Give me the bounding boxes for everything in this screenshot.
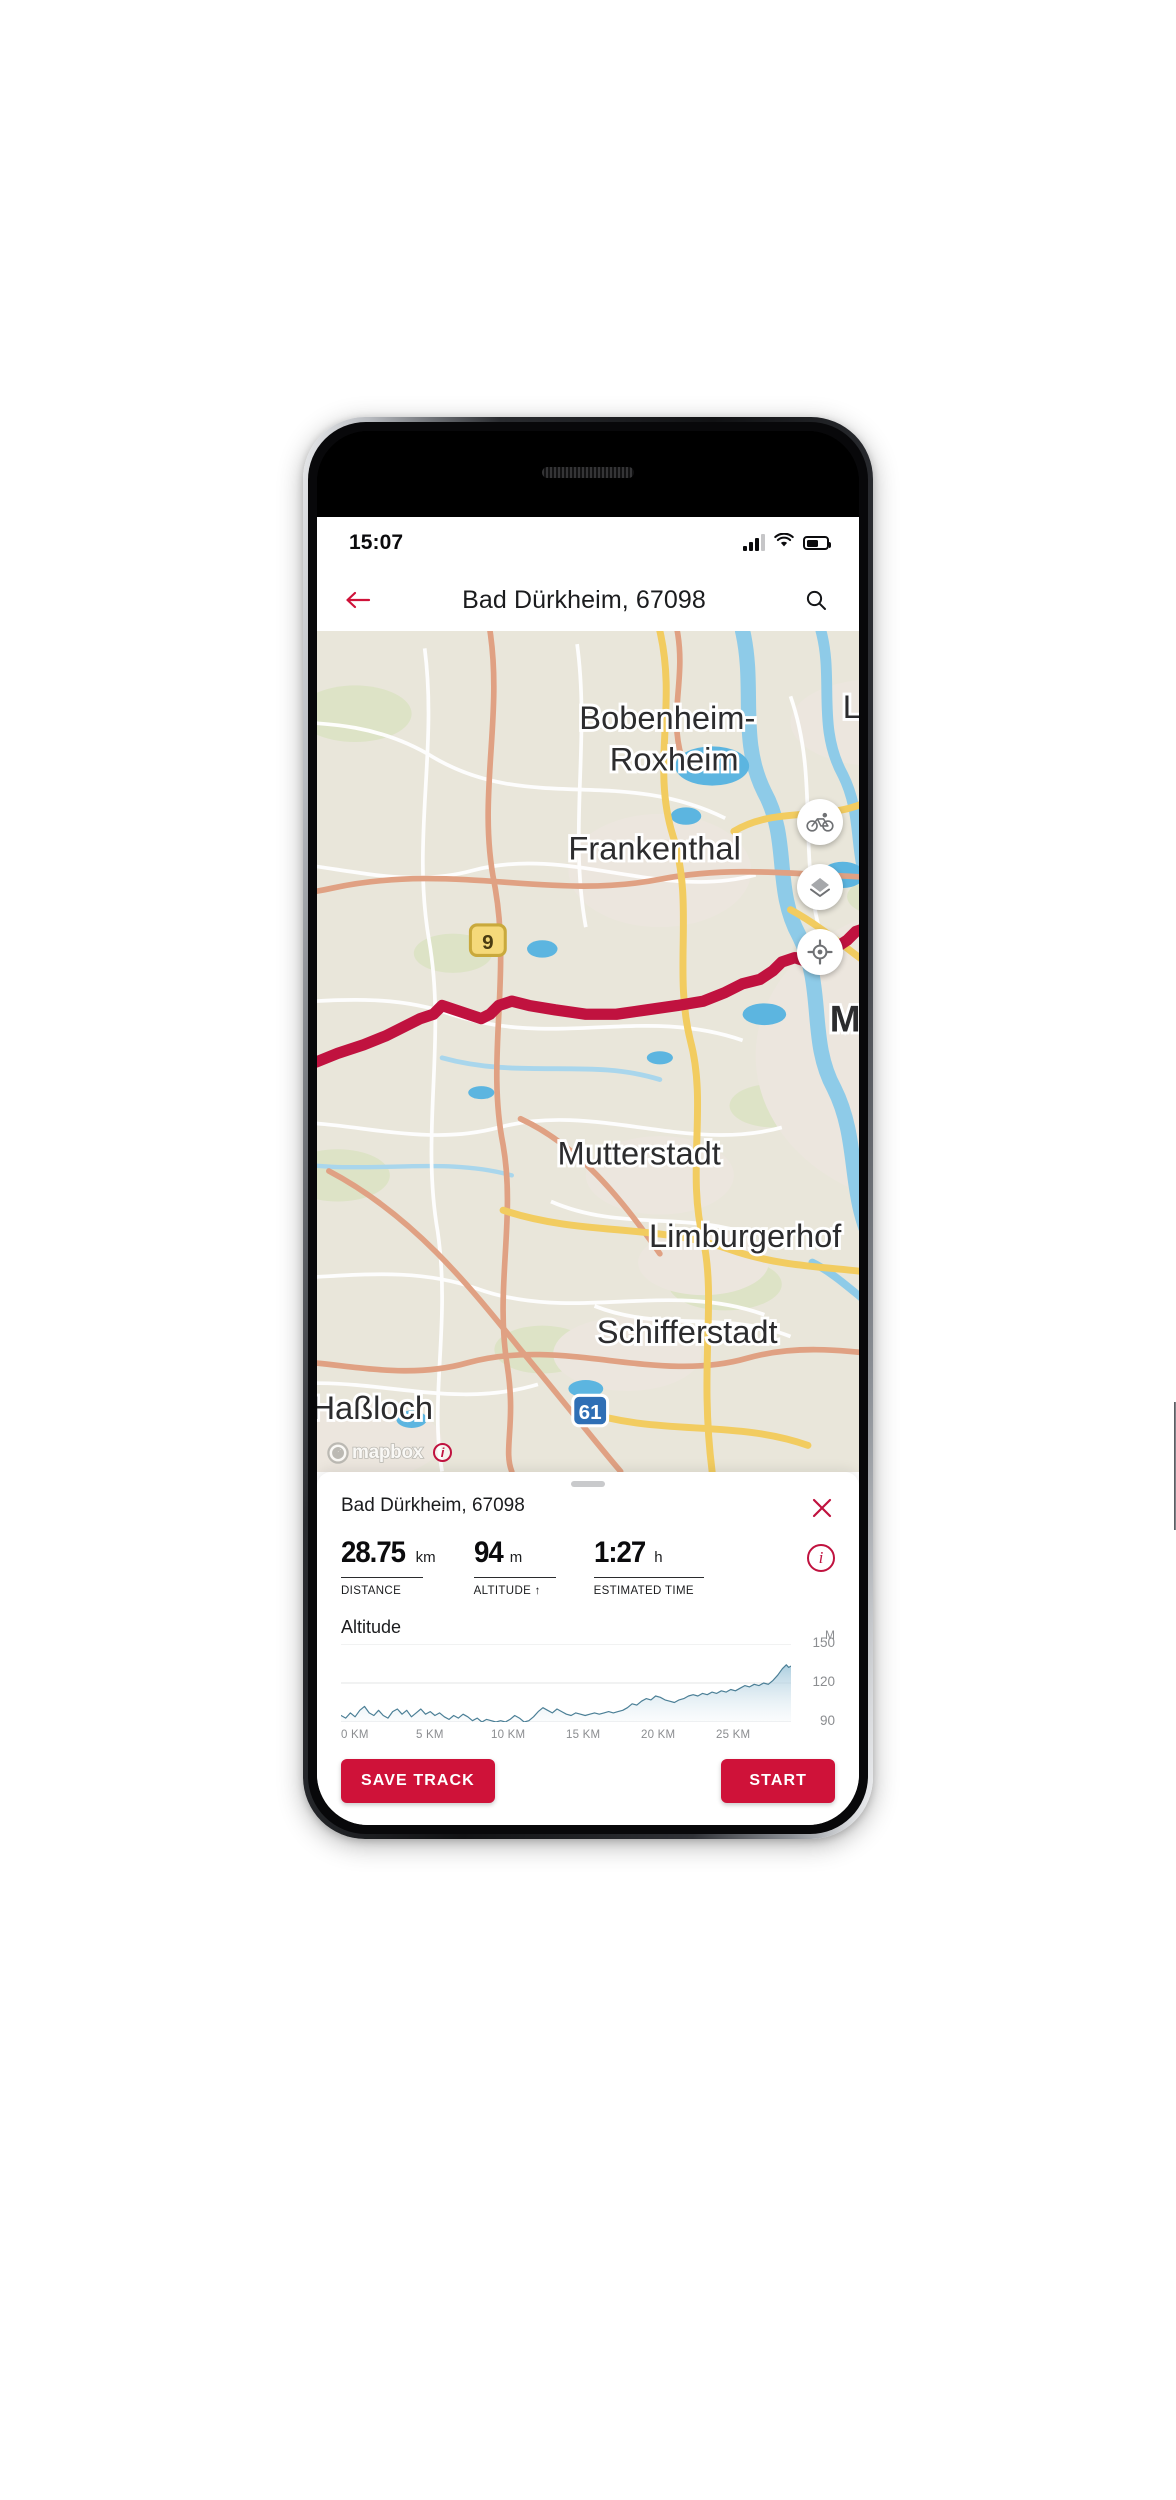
stat-time-unit: h <box>654 1548 663 1566</box>
screenshot-canvas: 15:07 Bad Dürkheim, 67098 Bobenheim- Rox… <box>0 0 1176 2500</box>
stat-altitude-label: ALTITUDE ↑ <box>473 1585 541 1597</box>
stat-divider <box>593 1576 704 1578</box>
bicycle-icon <box>806 812 834 832</box>
map-label: Haßloch <box>317 1389 433 1426</box>
map-label: Frankenthal <box>568 830 740 867</box>
map-controls <box>797 799 843 975</box>
map-layers-button[interactable] <box>797 864 843 910</box>
stat-altitude: 94 m ALTITUDE ↑ <box>473 1535 556 1597</box>
chart-x-tick: 25 KM <box>716 1729 751 1741</box>
app-bar: Bad Dürkheim, 67098 <box>317 569 859 631</box>
phone-screen: 15:07 Bad Dürkheim, 67098 Bobenheim- Rox… <box>317 431 859 1825</box>
map-attribution: mapbox i <box>327 1441 453 1464</box>
chart-x-tick: 10 KM <box>491 1729 526 1741</box>
cycling-mode-button[interactable] <box>797 799 843 845</box>
close-icon[interactable] <box>809 1495 835 1521</box>
status-bar: 15:07 <box>317 517 859 569</box>
chart-title: Altitude <box>341 1617 402 1637</box>
road-shield: 9 <box>468 923 507 957</box>
chart-x-tick: 15 KM <box>566 1729 601 1741</box>
status-bar-clock: 15:07 <box>349 531 404 554</box>
mapbox-wordmark: mapbox <box>351 1441 424 1464</box>
map-view[interactable]: GrünstadtBobenheim-RoxheimLampertheimFra… <box>317 631 859 1472</box>
stat-time-label: ESTIMATED TIME <box>593 1585 694 1597</box>
sheet-header: Bad Dürkheim, 67098 <box>341 1495 835 1521</box>
stat-divider <box>341 1576 423 1578</box>
route-info-button[interactable]: i <box>807 1543 835 1572</box>
sheet-actions: SAVE TRACK START <box>341 1759 835 1825</box>
altitude-chart-plot[interactable] <box>341 1644 791 1722</box>
stat-altitude-unit: m <box>509 1548 523 1566</box>
map-label: Limburgerhof <box>649 1217 842 1254</box>
status-bar-icons <box>743 532 831 553</box>
stat-altitude-value: 94 <box>473 1535 504 1569</box>
map-label: Roxheim <box>610 740 739 777</box>
chart-x-axis: 0 KM 5 KM 10 KM 15 KM 20 KM 25 KM <box>341 1729 835 1741</box>
chart-y-tick: 150 <box>812 1635 835 1650</box>
stat-divider <box>473 1576 556 1578</box>
phone-device-frame: 15:07 Bad Dürkheim, 67098 Bobenheim- Rox… <box>303 417 1176 1839</box>
wifi-icon <box>774 532 794 553</box>
signal-bars-icon <box>743 534 765 551</box>
map-label: Bobenheim- <box>579 699 755 736</box>
crosshair-icon <box>807 939 833 965</box>
chart-wrap: M 150 120 90 <box>341 1628 835 1728</box>
stat-distance-value: 28.75 <box>341 1535 406 1569</box>
chart-y-axis: M 150 120 90 <box>791 1628 835 1728</box>
altitude-chart-section: Altitude M 150 120 90 0 KM 5 KM 10 KM 15… <box>341 1617 835 1741</box>
map-label: Mannheim <box>830 998 859 1040</box>
stat-distance-unit: km <box>415 1548 436 1566</box>
search-icon[interactable] <box>799 583 833 617</box>
altitude-chart-svg <box>341 1644 791 1722</box>
notch-area <box>317 431 859 517</box>
earpiece-speaker-icon <box>542 467 634 478</box>
map-label: Schifferstadt <box>597 1313 778 1350</box>
svg-text:9: 9 <box>482 931 494 954</box>
map-info-button[interactable]: i <box>433 1443 453 1462</box>
road-shield: 61 <box>571 1393 610 1428</box>
stat-time-value: 1:27 <box>593 1535 646 1569</box>
sheet-title: Bad Dürkheim, 67098 <box>341 1494 525 1516</box>
start-button[interactable]: START <box>721 1759 835 1803</box>
sheet-drag-handle[interactable] <box>571 1480 605 1487</box>
chart-x-tick: 20 KM <box>641 1729 676 1741</box>
chart-x-tick: 5 KM <box>416 1729 444 1741</box>
stat-estimated-time: 1:27 h ESTIMATED TIME <box>593 1535 704 1597</box>
locate-me-button[interactable] <box>797 929 843 975</box>
map-label: Mutterstadt <box>558 1134 721 1171</box>
route-stats: 28.75 km DISTANCE 94 m ALTITUDE ↑ 1:27 h… <box>341 1535 835 1597</box>
route-detail-sheet: Bad Dürkheim, 67098 28.75 km DISTANCE 94… <box>317 1471 859 1825</box>
route-polyline: GrünstadtBobenheim-RoxheimLampertheimFra… <box>317 685 859 1429</box>
stat-distance-label: DISTANCE <box>341 1585 402 1597</box>
map-label: Lampertheim <box>843 688 859 725</box>
mapbox-logo-icon[interactable]: mapbox <box>327 1441 424 1464</box>
page-title: Bad Dürkheim, 67098 <box>462 585 706 614</box>
svg-text:61: 61 <box>579 1401 602 1424</box>
layers-icon <box>810 878 830 897</box>
chart-x-tick: 0 KM <box>341 1729 369 1741</box>
stat-distance: 28.75 km DISTANCE <box>341 1535 436 1597</box>
save-track-button[interactable]: SAVE TRACK <box>341 1759 495 1803</box>
phone-bezel: 15:07 Bad Dürkheim, 67098 Bobenheim- Rox… <box>308 422 868 1834</box>
chart-y-tick: 90 <box>819 1713 835 1728</box>
battery-icon <box>803 536 831 550</box>
app-root: 15:07 Bad Dürkheim, 67098 Bobenheim- Rox… <box>317 517 859 1825</box>
chart-y-tick: 120 <box>812 1674 835 1689</box>
